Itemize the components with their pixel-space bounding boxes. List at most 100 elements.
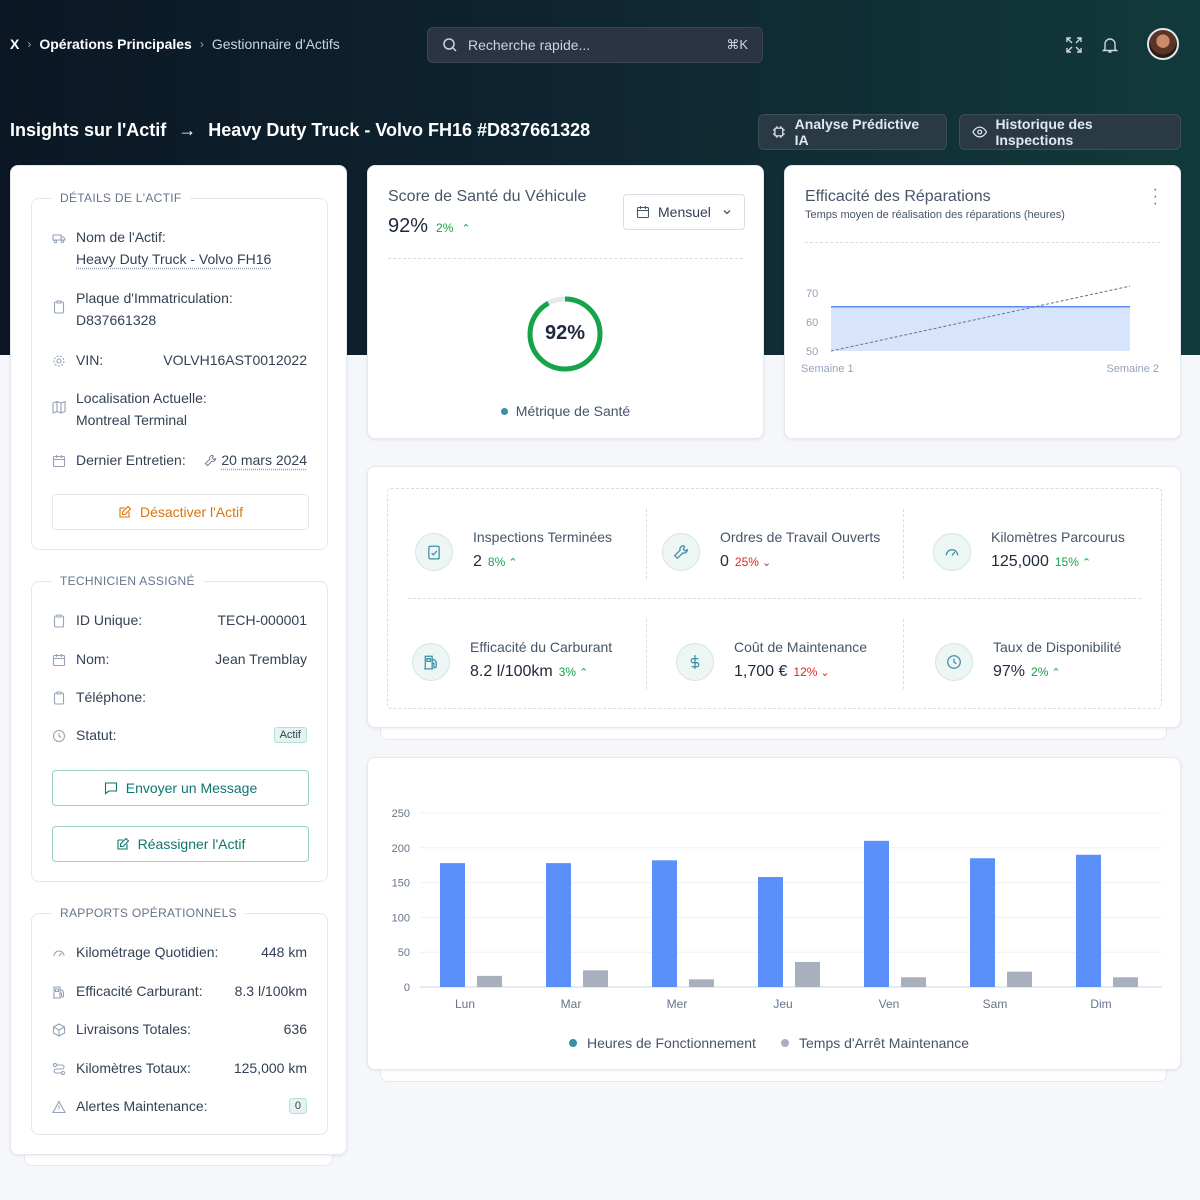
kpi-label: Taux de Disponibilité [993,639,1122,655]
health-value: 92% [388,215,429,237]
y-tick-label: 250 [392,808,410,820]
fuel-label: Efficacité Carburant: [76,983,203,999]
chevron-right-icon: › [27,37,32,51]
maintenance-value-wrap: 20 mars 2024 [204,452,307,468]
x-tick-label: Semaine 1 [801,363,854,375]
bar-maintenance-downtime [1007,971,1032,987]
deliveries-row: Livraisons Totales: 636 [52,1021,307,1037]
location-value: Montreal Terminal [76,412,188,428]
total-km-row: Kilomètres Totaux: 125,000 km [52,1060,307,1076]
kpi-value-wrap: 125,000 15% ⌃ [991,553,1091,571]
bar-operating-hours [864,840,889,987]
y-tick-label: 60 [806,317,818,329]
chevron-up-icon: ⌃ [579,667,589,679]
tech-name-label: Nom: [76,651,110,667]
kpi-maintenance-cost: Coût de Maintenance 1,700 € 12% ⌄ [676,625,906,705]
kpi-delta: 12% [793,665,818,679]
eye-icon [972,126,988,138]
fuel-icon [412,643,450,681]
kpi-fuel: Efficacité du Carburant 8.2 l/100km 3% ⌃ [412,625,642,705]
bar-operating-hours [970,858,995,987]
reassign-label: Réassigner l'Actif [137,836,246,852]
deliveries-value: 636 [283,1021,307,1037]
chevron-up-icon: ⌃ [508,557,518,569]
chevron-down-icon: ⌄ [820,667,830,679]
divider [388,258,743,259]
legend-label: Heures de Fonctionnement [587,1035,756,1051]
search-input[interactable]: Recherche rapide... ⌘K [427,27,763,63]
deactivate-label: Désactiver l'Actif [139,504,244,520]
breadcrumb-operations[interactable]: Opérations Principales [39,36,192,52]
kpi-delta: 15% [1054,555,1079,569]
gauge-icon [53,950,65,957]
period-select[interactable]: Mensuel [623,194,745,230]
tech-status-row: Statut: Actif [52,727,307,743]
vin-row: VIN: VOLVH16AST0012022 [52,352,307,368]
breadcrumb-root[interactable]: X [10,36,19,52]
avatar[interactable] [1147,28,1179,60]
kpi-value: 0 [720,553,729,570]
chevron-down-icon [723,210,731,215]
tech-name-row: Nom: Jean Tremblay [52,651,307,667]
inspection-history-button[interactable]: Historique des Inspections [959,114,1181,150]
kpi-delta: 8% [487,555,506,569]
breadcrumb: X › Opérations Principales › Gestionnair… [10,36,340,52]
kpi-label: Inspections Terminées [473,529,613,545]
tech-id-value: TECH-000001 [217,612,308,628]
kpi-delta: 2% [1031,665,1049,679]
divider [903,509,904,579]
y-tick-label: 50 [806,346,818,358]
tech-id-row: ID Unique: TECH-000001 [52,612,307,628]
clipboard-icon [415,533,453,571]
location-label: Localisation Actuelle: [76,390,207,406]
daily-km-value: 448 km [261,944,307,960]
reassign-asset-button[interactable]: Réassigner l'Actif [52,826,309,862]
bell-icon[interactable] [1101,36,1119,54]
y-tick-label: 150 [392,878,410,890]
kpi-grid: Inspections Terminées 2 8% ⌃ Ordres de Tra… [387,488,1162,709]
x-tick-label: Dim [1090,997,1111,1011]
asset-name-value[interactable]: Heavy Duty Truck - Volvo FH16 [76,251,271,267]
chevron-up-icon: ⌃ [461,223,471,235]
fuel-icon [53,986,65,999]
plate-label: Plaque d'Immatriculation: [76,290,233,306]
maintenance-value[interactable]: 20 mars 2024 [221,452,307,468]
bar-operating-hours [652,860,677,987]
plate-value: D837661328 [76,312,157,328]
dollar-icon [676,643,714,681]
alerts-label: Alertes Maintenance: [76,1098,208,1114]
send-message-button[interactable]: Envoyer un Message [52,770,309,806]
chevron-right-icon: › [199,37,204,51]
reports-title: RAPPORTS OPÉRATIONNELS [52,906,245,920]
legend-label: Temps d'Arrêt Maintenance [799,1035,969,1051]
tech-phone-row: Téléphone: [52,689,307,705]
health-value-wrap: 92% 2% ⌃ [388,215,471,238]
kpi-label: Ordres de Travail Ouverts [720,529,881,545]
health-title: Score de Santé du Véhicule [388,188,587,205]
wrench-icon [662,533,700,571]
repair-area [831,306,1130,351]
deactivate-asset-button[interactable]: Désactiver l'Actif [52,494,309,530]
kpi-value: 2 [473,553,482,570]
y-tick-label: 100 [392,912,410,924]
tech-name-value: Jean Tremblay [215,651,307,667]
fullscreen-icon[interactable] [1065,36,1083,54]
health-legend: Métrique de Santé [368,403,763,419]
kpi-inspections: Inspections Terminées 2 8% ⌃ [415,515,645,595]
divider [646,509,647,579]
message-icon [104,782,117,795]
wrench-icon [205,454,217,466]
alerts-row: Alertes Maintenance: 0 [52,1098,307,1114]
bar-maintenance-downtime [795,961,820,987]
page-title: Insights sur l'Actif → Heavy Duty Truck … [10,120,590,141]
search-placeholder: Recherche rapide... [468,37,591,53]
plate-row: Plaque d'Immatriculation: D837661328 [52,290,307,328]
breadcrumb-asset-manager[interactable]: Gestionnaire d'Actifs [212,36,340,52]
x-tick-label: Sam [983,997,1008,1011]
fuel-row: Efficacité Carburant: 8.3 l/100km [52,983,307,999]
calendar-icon [52,455,66,468]
bar-maintenance-downtime [689,979,714,987]
repairs-chart: 70 60 50 Semaine 1 Semaine 2 [801,285,1159,375]
ai-analysis-button[interactable]: Analyse Prédictive IA [758,114,947,150]
gear-icon [53,355,65,367]
